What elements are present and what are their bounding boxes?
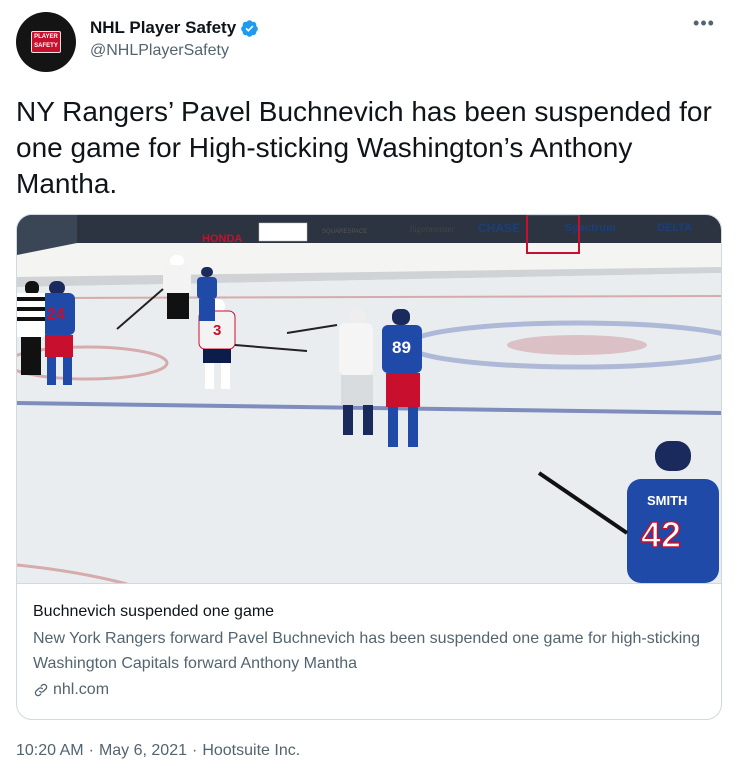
board-ad-squarespace: SQUARESPACE <box>322 229 367 235</box>
jersey-number-89: 89 <box>392 338 411 357</box>
avatar-line2: SAFETY <box>34 43 58 49</box>
card-body: Buchnevich suspended one game New York R… <box>33 601 705 699</box>
board-ad-honda: HONDA <box>202 233 242 245</box>
tweet-header: PLAYER SAFETY NHL Player Safety @NHLPlay… <box>16 12 721 74</box>
tweet-time[interactable]: 10:20 AM <box>16 742 84 760</box>
referee <box>17 281 45 375</box>
author-names: NHL Player Safety @NHLPlayerSafety <box>90 16 259 60</box>
verified-badge-icon <box>241 19 258 37</box>
board-ad-delta: DELTA <box>657 222 692 234</box>
tweet-text: NY Rangers’ Pavel Buchnevich has been su… <box>16 96 712 199</box>
jersey-number-24: 24 <box>47 306 65 323</box>
avatar-line1: PLAYER <box>34 34 58 40</box>
display-name[interactable]: NHL Player Safety <box>90 18 236 38</box>
player-safety-logo: PLAYER SAFETY <box>31 31 61 53</box>
hockey-game-photo: HONDA SQUARESPACE Jägermeister CHASE Spe… <box>17 215 721 583</box>
avatar[interactable]: PLAYER SAFETY <box>16 12 76 72</box>
tweet-source[interactable]: Hootsuite Inc. <box>202 742 300 760</box>
jersey-name-smith: SMITH <box>647 493 687 508</box>
board-ad-spectrum: Spectrum <box>565 222 616 234</box>
board-ad-jagermeister: Jägermeister <box>409 224 454 234</box>
tweet-date[interactable]: May 6, 2021 <box>99 742 187 760</box>
card-domain-row: nhl.com <box>33 681 705 699</box>
meta-separator: · <box>192 742 198 759</box>
link-card[interactable]: HONDA SQUARESPACE Jägermeister CHASE Spe… <box>16 214 722 720</box>
jersey-number-42: 42 <box>641 514 681 555</box>
card-description: New York Rangers forward Pavel Buchnevic… <box>33 630 701 672</box>
jersey-number-3: 3 <box>213 322 221 339</box>
board-ad-chase: CHASE <box>478 221 520 235</box>
more-options-icon[interactable]: ••• <box>689 14 719 38</box>
meta-separator: · <box>88 742 94 759</box>
card-domain: nhl.com <box>53 681 110 698</box>
tweet-meta: 10:20 AM · May 6, 2021 · Hootsuite Inc. <box>16 742 300 760</box>
handle[interactable]: @NHLPlayerSafety <box>90 42 259 60</box>
card-image[interactable]: HONDA SQUARESPACE Jägermeister CHASE Spe… <box>17 215 721 584</box>
link-icon <box>34 683 48 697</box>
card-title: Buchnevich suspended one game <box>33 603 275 620</box>
